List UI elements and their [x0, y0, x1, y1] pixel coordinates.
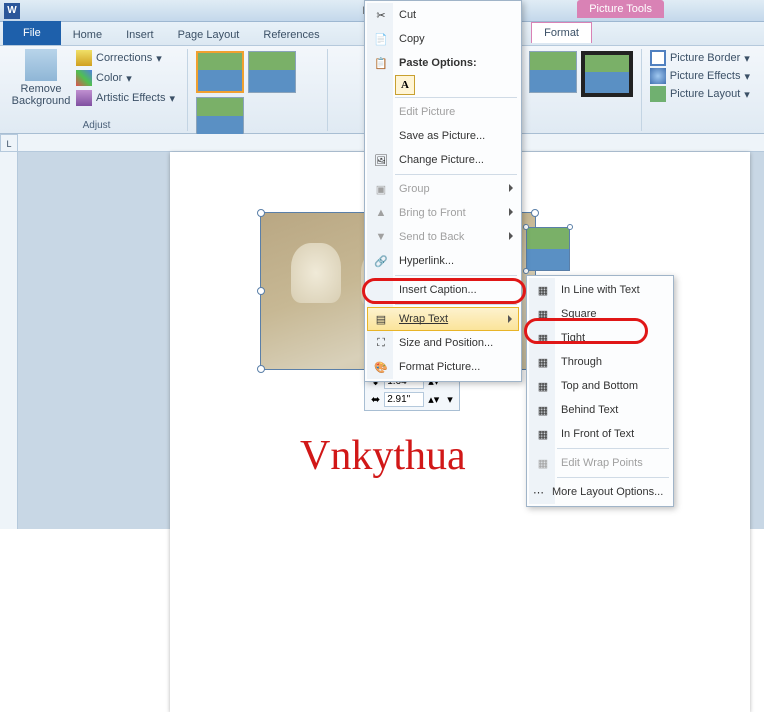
color-button[interactable]: Color ▾ [74, 69, 177, 87]
tab-page-layout[interactable]: Page Layout [166, 25, 252, 45]
wrap-square-icon: ▦ [533, 305, 553, 323]
wrap-top-bottom[interactable]: ▦Top and Bottom [529, 374, 671, 398]
menu-paste-options[interactable]: 📋Paste Options: [367, 51, 519, 75]
spinner-icon[interactable]: ▴▾ [428, 393, 439, 406]
contextual-tab-label: Picture Tools [577, 0, 664, 18]
wrap-topbottom-icon: ▦ [533, 377, 553, 395]
corrections-label: Corrections [96, 52, 152, 64]
menu-group: ▣Group [367, 177, 519, 201]
resize-handle[interactable] [257, 287, 265, 295]
paste-icon: 📋 [371, 54, 391, 72]
wrap-behind[interactable]: ▦Behind Text [529, 398, 671, 422]
menu-insert-caption[interactable]: Insert Caption... [367, 278, 519, 302]
ruler-corner: L [0, 134, 18, 152]
wrap-text-submenu: ▦In Line with Text ▦Square ▦Tight ▦Throu… [526, 275, 674, 507]
change-picture-icon: 🖼 [371, 151, 391, 169]
layout-icon [650, 86, 666, 102]
tab-insert[interactable]: Insert [114, 25, 166, 45]
wrap-through[interactable]: ▦Through [529, 350, 671, 374]
width-icon: ⬌ [371, 393, 380, 406]
paste-option-keep[interactable]: A [395, 75, 415, 95]
wrap-tight-icon: ▦ [533, 329, 553, 347]
tab-references[interactable]: References [251, 25, 331, 45]
copy-icon: 📄 [371, 30, 391, 48]
ribbon-group-styles [188, 49, 328, 131]
selected-image-small[interactable] [526, 227, 570, 271]
bring-front-icon: ▲ [371, 204, 391, 222]
send-back-icon: ▼ [371, 228, 391, 246]
style-thumb[interactable] [581, 51, 633, 97]
wrap-edit-points: ▦Edit Wrap Points [529, 451, 671, 475]
menu-wrap-text[interactable]: ▤Wrap Text [367, 307, 519, 331]
menu-change-picture[interactable]: 🖼Change Picture... [367, 148, 519, 172]
menu-hyperlink[interactable]: 🔗Hyperlink... [367, 249, 519, 273]
width-input[interactable] [384, 392, 424, 407]
wrap-square[interactable]: ▦Square [529, 302, 671, 326]
corrections-icon [76, 50, 92, 66]
color-label: Color [96, 72, 122, 84]
resize-handle[interactable] [523, 224, 529, 230]
picture-effects-button[interactable]: Picture Effects ▾ [648, 67, 752, 85]
resize-handle[interactable] [567, 224, 573, 230]
resize-handle[interactable] [257, 209, 265, 217]
picture-layout-label: Picture Layout [670, 88, 740, 100]
size-position-icon: ⛶ [371, 334, 391, 352]
tab-home[interactable]: Home [61, 25, 114, 45]
ribbon-group-picture-border: Picture Border ▾ Picture Effects ▾ Pictu… [642, 49, 758, 131]
word-icon: W [4, 3, 20, 19]
wrap-more-options[interactable]: ⋯More Layout Options... [529, 480, 671, 504]
menu-cut[interactable]: ✂Cut [367, 3, 519, 27]
corrections-button[interactable]: Corrections ▾ [74, 49, 177, 67]
context-menu: ✂Cut 📄Copy 📋Paste Options: A Edit Pictur… [364, 0, 522, 382]
more-options-icon: ⋯ [533, 483, 544, 501]
menu-copy[interactable]: 📄Copy [367, 27, 519, 51]
picture-layout-button[interactable]: Picture Layout ▾ [648, 85, 752, 103]
artistic-effects-button[interactable]: Artistic Effects ▾ [74, 89, 177, 107]
group-icon: ▣ [371, 180, 391, 198]
adjust-group-label: Adjust [83, 120, 111, 131]
ribbon-group-styles-2 [521, 49, 642, 131]
wrap-text-icon: ▤ [371, 310, 391, 328]
picture-effects-label: Picture Effects [670, 70, 741, 82]
effects-icon [650, 68, 666, 84]
format-picture-icon: 🎨 [371, 358, 391, 376]
artistic-label: Artistic Effects [96, 92, 165, 104]
menu-save-as-picture[interactable]: Save as Picture... [367, 124, 519, 148]
wrap-through-icon: ▦ [533, 353, 553, 371]
style-thumb[interactable] [248, 51, 296, 93]
wrap-editpoints-icon: ▦ [533, 454, 553, 472]
menu-bring-front: ▲Bring to Front [367, 201, 519, 225]
hyperlink-icon: 🔗 [371, 252, 391, 270]
remove-background-label: Remove Background [12, 83, 71, 107]
remove-background-button[interactable]: Remove Background [12, 49, 70, 107]
remove-background-icon [25, 49, 57, 81]
resize-handle[interactable] [523, 268, 529, 274]
vertical-ruler[interactable] [0, 152, 18, 529]
wrap-behind-icon: ▦ [533, 401, 553, 419]
wrap-inline-icon: ▦ [533, 281, 553, 299]
ribbon-group-adjust: Remove Background Corrections ▾ Color ▾ … [6, 49, 188, 131]
menu-format-picture[interactable]: 🎨Format Picture... [367, 355, 519, 379]
color-icon [76, 70, 92, 86]
style-thumb[interactable] [529, 51, 577, 93]
border-icon [650, 50, 666, 66]
resize-handle[interactable] [257, 365, 265, 373]
tab-format[interactable]: Format [531, 22, 592, 43]
picture-border-button[interactable]: Picture Border ▾ [648, 49, 752, 67]
wrap-inline[interactable]: ▦In Line with Text [529, 278, 671, 302]
picture-border-label: Picture Border [670, 52, 740, 64]
style-thumb[interactable] [196, 51, 244, 93]
tab-file[interactable]: File [3, 21, 61, 45]
resize-handle[interactable] [531, 209, 539, 217]
menu-edit-picture: Edit Picture [367, 100, 519, 124]
menu-size-position[interactable]: ⛶Size and Position... [367, 331, 519, 355]
wrap-tight[interactable]: ▦Tight [529, 326, 671, 350]
watermark-text: Vnkythua [300, 432, 466, 480]
cut-icon: ✂ [371, 6, 391, 24]
wrap-infront-icon: ▦ [533, 425, 553, 443]
style-thumb[interactable] [196, 97, 244, 139]
wrap-in-front[interactable]: ▦In Front of Text [529, 422, 671, 446]
menu-send-back: ▼Send to Back [367, 225, 519, 249]
artistic-icon [76, 90, 92, 106]
